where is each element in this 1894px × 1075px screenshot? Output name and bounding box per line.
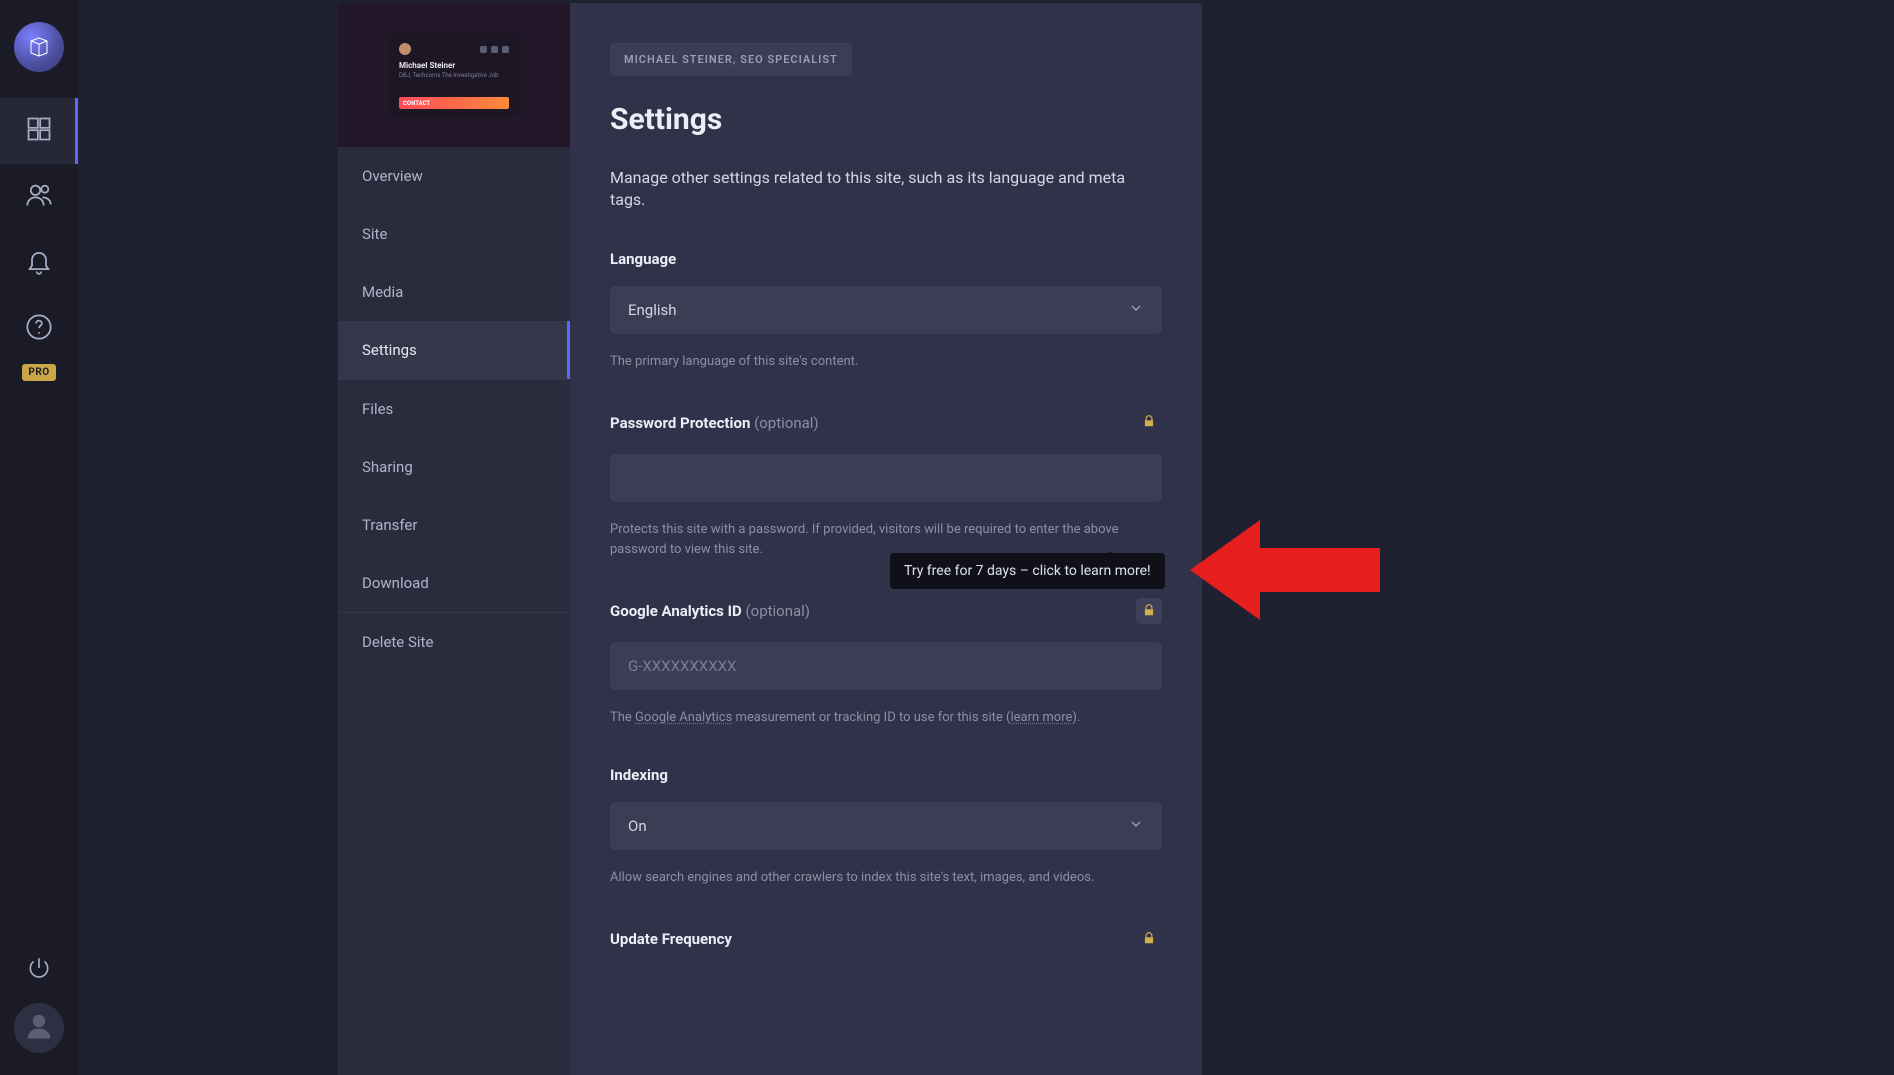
person-icon — [24, 1011, 54, 1045]
sidenav-settings[interactable]: Settings — [338, 321, 570, 379]
settings-sidenav: Michael Steiner DBJ, Techcoms The Invest… — [338, 3, 570, 1075]
section-analytics: Google Analytics ID (optional) G-XXXXXXX… — [610, 598, 1162, 728]
app-logo[interactable] — [14, 22, 64, 72]
analytics-link-ga[interactable]: Google Analytics — [635, 710, 732, 725]
sidenav-label: Delete Site — [362, 633, 433, 651]
password-label: Password Protection (optional) — [610, 414, 819, 432]
sidenav-media[interactable]: Media — [338, 263, 570, 321]
sidenav-label: Settings — [362, 341, 417, 359]
grid-icon — [25, 115, 53, 147]
lock-icon — [1142, 602, 1156, 621]
bell-icon — [25, 247, 53, 279]
pro-badge[interactable]: PRO — [22, 364, 55, 381]
breadcrumb: MICHAEL STEINER, SEO SPECIALIST — [610, 43, 852, 76]
preview-subtitle: DBJ, Techcoms The Investigative Job — [399, 72, 509, 79]
password-lock-badge[interactable] — [1136, 410, 1162, 436]
language-label: Language — [610, 250, 1162, 268]
site-preview-card[interactable]: Michael Steiner DBJ, Techcoms The Invest… — [338, 3, 570, 147]
page-description: Manage other settings related to this si… — [610, 167, 1162, 212]
analytics-label: Google Analytics ID (optional) — [610, 602, 810, 620]
help-icon — [25, 313, 53, 345]
pro-tooltip[interactable]: Try free for 7 days – click to learn mor… — [890, 553, 1165, 589]
analytics-input[interactable]: G-XXXXXXXXXX — [610, 642, 1162, 690]
power-icon — [26, 955, 52, 985]
section-update: Update Frequency — [610, 926, 1162, 952]
sidenav-overview[interactable]: Overview — [338, 147, 570, 205]
sidenav-label: Site — [362, 225, 387, 243]
analytics-lock-badge[interactable] — [1136, 598, 1162, 624]
preview-cta: CONTACT — [399, 97, 509, 109]
update-lock-badge[interactable] — [1136, 926, 1162, 952]
preview-inner: Michael Steiner DBJ, Techcoms The Invest… — [389, 33, 519, 117]
sidenav-label: Files — [362, 400, 393, 418]
analytics-link-learn[interactable]: learn more — [1010, 710, 1072, 725]
analytics-placeholder: G-XXXXXXXXXX — [628, 657, 736, 675]
lock-icon — [1142, 930, 1156, 949]
language-select[interactable]: English — [610, 286, 1162, 334]
rail-dashboard[interactable] — [0, 98, 78, 164]
rail-notifications[interactable] — [0, 230, 78, 296]
preview-name: Michael Steiner — [399, 61, 509, 70]
section-password: Password Protection (optional) Protects … — [610, 410, 1162, 560]
page-title: Settings — [610, 102, 1162, 137]
sidenav-label: Media — [362, 283, 403, 301]
sidenav-site[interactable]: Site — [338, 205, 570, 263]
indexing-select[interactable]: On — [610, 802, 1162, 850]
sidenav-label: Download — [362, 574, 429, 592]
sidenav-transfer[interactable]: Transfer — [338, 496, 570, 554]
indexing-value: On — [628, 817, 647, 835]
rail-power[interactable] — [0, 955, 78, 985]
sidenav-label: Overview — [362, 167, 423, 185]
lock-icon — [1142, 413, 1156, 432]
user-avatar[interactable] — [14, 1003, 64, 1053]
chevron-down-icon — [1128, 300, 1144, 320]
sidenav-label: Transfer — [362, 516, 417, 534]
icon-rail: PRO — [0, 0, 78, 1075]
analytics-helper: The Google Analytics measurement or trac… — [610, 708, 1162, 728]
section-indexing: Indexing On Allow search engines and oth… — [610, 766, 1162, 888]
indexing-label: Indexing — [610, 766, 1162, 784]
chevron-down-icon — [1128, 816, 1144, 836]
sidenav-sharing[interactable]: Sharing — [338, 438, 570, 496]
rail-users[interactable] — [0, 164, 78, 230]
preview-avatar — [399, 43, 411, 55]
rail-help[interactable] — [0, 296, 78, 362]
password-input[interactable] — [610, 454, 1162, 502]
users-icon — [25, 181, 53, 213]
language-helper: The primary language of this site's cont… — [610, 352, 1162, 372]
sidenav-download[interactable]: Download — [338, 554, 570, 612]
preview-social-icons — [480, 46, 509, 53]
section-language: Language English The primary language of… — [610, 250, 1162, 372]
sidenav-files[interactable]: Files — [338, 380, 570, 438]
update-label: Update Frequency — [610, 930, 732, 948]
sidenav-delete-site[interactable]: Delete Site — [338, 613, 570, 671]
settings-main: MICHAEL STEINER, SEO SPECIALIST Settings… — [570, 3, 1202, 1075]
language-value: English — [628, 301, 677, 319]
sidenav-label: Sharing — [362, 458, 413, 476]
indexing-helper: Allow search engines and other crawlers … — [610, 868, 1162, 888]
